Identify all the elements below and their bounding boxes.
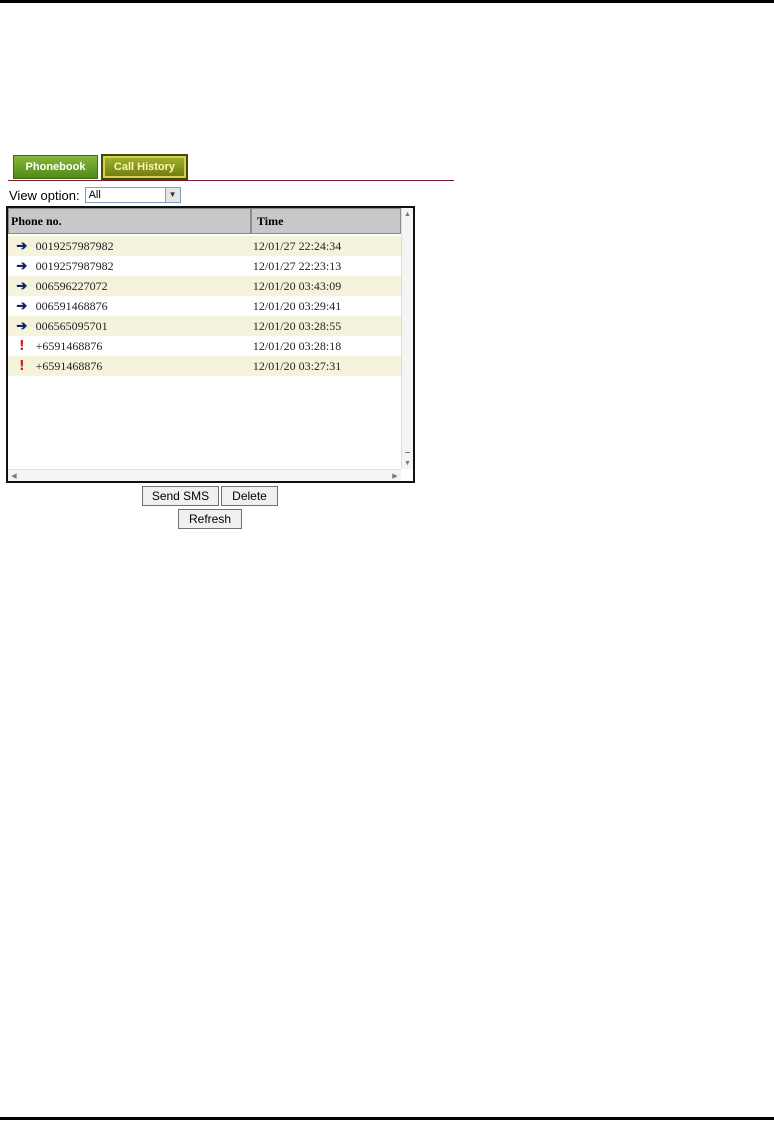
table-row[interactable]: ➔ 0019257987982 12/01/27 22:24:34 bbox=[8, 236, 401, 256]
scroll-down-icon[interactable]: ▼ bbox=[402, 457, 413, 469]
refresh-button[interactable]: Refresh bbox=[178, 509, 242, 529]
row-phone: 006596227072 bbox=[35, 278, 108, 293]
page-top-rule bbox=[0, 0, 774, 3]
outgoing-call-icon: ➔ bbox=[16, 298, 28, 313]
view-option-select[interactable]: All ▼ bbox=[84, 187, 181, 203]
chevron-down-icon[interactable]: ▼ bbox=[164, 188, 180, 202]
view-option-label: View option: bbox=[9, 187, 80, 203]
table-header: Phone no. Time bbox=[8, 208, 401, 236]
view-option-value: All bbox=[88, 189, 101, 201]
tab-underline bbox=[8, 180, 454, 181]
row-time: 12/01/20 03:28:55 bbox=[252, 318, 342, 333]
scroll-right-icon[interactable]: ▶ bbox=[389, 470, 401, 481]
vertical-scrollbar[interactable]: ▲ ▼ bbox=[401, 208, 413, 469]
view-option: View option: All ▼ bbox=[9, 186, 181, 204]
row-phone: 0019257987982 bbox=[35, 238, 114, 253]
send-sms-button[interactable]: Send SMS bbox=[142, 486, 219, 506]
table-row[interactable]: ➔ 006591468876 12/01/20 03:29:41 bbox=[8, 296, 401, 316]
column-header-phone[interactable]: Phone no. bbox=[8, 208, 251, 234]
horizontal-scrollbar[interactable]: ◀ ▶ bbox=[8, 469, 401, 481]
call-history-table: Phone no. Time ➔ 0019257987982 12/01/27 … bbox=[6, 206, 415, 483]
scroll-left-icon[interactable]: ◀ bbox=[8, 470, 20, 481]
delete-button[interactable]: Delete bbox=[221, 486, 278, 506]
row-time: 12/01/27 22:24:34 bbox=[252, 238, 342, 253]
row-phone: 0019257987982 bbox=[35, 258, 114, 273]
table-row[interactable]: ➔ 006596227072 12/01/20 03:43:09 bbox=[8, 276, 401, 296]
table-row[interactable]: ! +6591468876 12/01/20 03:28:18 bbox=[8, 336, 401, 356]
outgoing-call-icon: ➔ bbox=[16, 258, 28, 273]
missed-call-icon: ! bbox=[18, 358, 25, 374]
outgoing-call-icon: ➔ bbox=[16, 318, 28, 333]
row-time: 12/01/20 03:27:31 bbox=[252, 358, 342, 373]
missed-call-icon: ! bbox=[18, 338, 25, 354]
row-time: 12/01/20 03:43:09 bbox=[252, 278, 342, 293]
row-phone: 006591468876 bbox=[35, 298, 108, 313]
table-row[interactable]: ➔ 006565095701 12/01/20 03:28:55 bbox=[8, 316, 401, 336]
row-phone: +6591468876 bbox=[35, 338, 103, 353]
row-phone: 006565095701 bbox=[35, 318, 108, 333]
row-phone: +6591468876 bbox=[35, 358, 103, 373]
row-time: 12/01/20 03:28:18 bbox=[252, 338, 342, 353]
table-body: ➔ 0019257987982 12/01/27 22:24:34 ➔ 0019… bbox=[8, 236, 401, 376]
table-row[interactable]: ➔ 0019257987982 12/01/27 22:23:13 bbox=[8, 256, 401, 276]
table-row[interactable]: ! +6591468876 12/01/20 03:27:31 bbox=[8, 356, 401, 376]
column-header-time[interactable]: Time bbox=[251, 208, 401, 234]
row-time: 12/01/20 03:29:41 bbox=[252, 298, 342, 313]
scroll-thumb[interactable] bbox=[405, 452, 410, 453]
scroll-up-icon[interactable]: ▲ bbox=[402, 208, 413, 220]
row-time: 12/01/27 22:23:13 bbox=[252, 258, 342, 273]
tab-phonebook[interactable]: Phonebook bbox=[13, 155, 98, 179]
outgoing-call-icon: ➔ bbox=[16, 238, 28, 253]
outgoing-call-icon: ➔ bbox=[16, 278, 28, 293]
page-bottom-rule bbox=[0, 1117, 774, 1120]
tab-call-history[interactable]: Call History bbox=[101, 154, 188, 180]
